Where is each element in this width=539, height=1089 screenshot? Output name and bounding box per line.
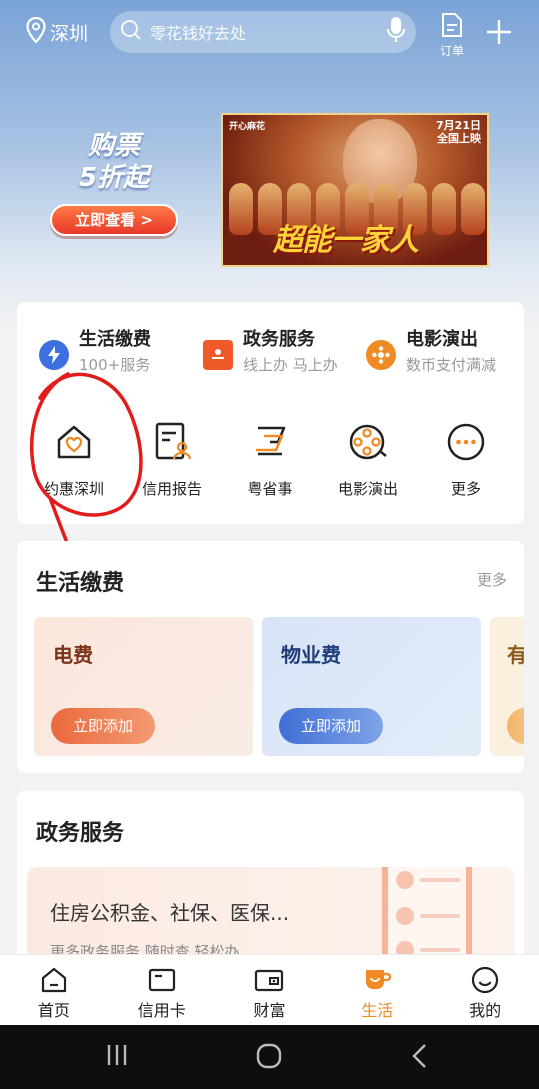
bill-item-electricity[interactable]: 电费 立即添加 <box>34 617 253 756</box>
search-bar[interactable]: 零花钱好去处 <box>110 11 416 53</box>
film-reel-icon <box>366 340 396 370</box>
order-button[interactable]: 订单 <box>436 12 468 59</box>
top-service-title: 政务服务 <box>243 329 315 350</box>
promo-headline-line2: 5折起 <box>78 163 150 193</box>
order-label: 订单 <box>439 44 464 58</box>
top-service-title: 电影演出 <box>406 329 478 350</box>
grid-item-more[interactable]: 更多 <box>418 420 514 499</box>
order-doc-icon <box>440 13 464 41</box>
promo-headline: 购票 5折起 <box>44 130 184 194</box>
nav-label: 首页 <box>37 1001 70 1020</box>
location-selector[interactable]: 深圳 <box>26 16 89 48</box>
credit-card-icon <box>108 965 216 995</box>
poster-date: 7月21日 全国上映 <box>436 119 481 145</box>
grid-item-label: 粤省事 <box>247 480 293 498</box>
grid-item-label: 信用报告 <box>141 480 202 498</box>
view-now-button[interactable]: 立即查看 > <box>50 204 178 236</box>
phone-illustration <box>382 867 472 961</box>
nav-mine[interactable]: 我的 <box>431 955 539 1025</box>
add-now-button[interactable]: 立即添加 <box>279 708 383 744</box>
location-pin-icon <box>26 16 50 48</box>
nav-label: 信用卡 <box>137 1001 186 1020</box>
grid-item-movie[interactable]: 电影演出 <box>320 420 416 499</box>
bill-item-partial[interactable]: 有 <box>490 617 524 756</box>
poster-brand: 开心麻花 <box>229 122 266 132</box>
gov-banner[interactable]: 住房公积金、社保、医保... 更多政务服务 随时查 轻松办 <box>27 867 515 961</box>
life-cup-icon <box>323 965 431 995</box>
bill-title: 物业费 <box>281 643 341 667</box>
recent-apps-icon[interactable] <box>105 1043 129 1071</box>
plus-icon[interactable] <box>485 18 513 50</box>
bills-card: 生活缴费 更多 电费 立即添加 物业费 立即添加 有 <box>17 541 524 773</box>
nav-label: 财富 <box>253 1001 286 1020</box>
poster-movie-title: 超能一家人 <box>273 223 419 258</box>
services-card: 生活缴费 100+服务 政务服务 线上办 马上办 电影演出 数币支付满减 约惠深… <box>17 302 524 524</box>
back-icon[interactable] <box>410 1043 430 1073</box>
promo-headline-line1: 购票 <box>87 131 140 161</box>
grid-item-yuehui[interactable]: 约惠深圳 <box>26 420 122 499</box>
grid-item-yueshengshi[interactable]: 粤省事 <box>222 420 318 499</box>
nav-wealth[interactable]: 财富 <box>216 955 324 1025</box>
grid-item-label: 约惠深圳 <box>43 480 104 498</box>
grid-item-credit-report[interactable]: 信用报告 <box>124 420 220 499</box>
gov-banner-title: 住房公积金、社保、医保... <box>50 901 290 925</box>
home-button-icon[interactable] <box>256 1043 282 1073</box>
bottom-nav: 首页 信用卡 财富 生活 我的 <box>0 954 539 1025</box>
section-title: 政务服务 <box>36 821 125 846</box>
credit-report-icon <box>124 420 220 464</box>
top-service-gov[interactable]: 政务服务 线上办 马上办 <box>203 326 338 382</box>
section-title: 生活缴费 <box>36 571 125 596</box>
top-service-subtitle: 线上办 马上办 <box>243 356 338 374</box>
system-nav-bar <box>0 1025 539 1089</box>
top-service-movie[interactable]: 电影演出 数币支付满减 <box>366 326 496 382</box>
bill-title: 有 <box>507 643 524 667</box>
add-now-button[interactable]: 立即添加 <box>51 708 155 744</box>
add-now-button[interactable] <box>507 708 524 744</box>
yue-service-icon <box>222 420 318 464</box>
smile-face-icon <box>431 965 539 995</box>
house-heart-icon <box>26 420 122 464</box>
promo-block: 购票 5折起 立即查看 > <box>44 130 184 236</box>
bill-title: 电费 <box>53 643 93 667</box>
more-link[interactable]: 更多 <box>477 569 507 590</box>
top-service-subtitle: 100+服务 <box>79 356 151 374</box>
nav-credit-card[interactable]: 信用卡 <box>108 955 216 1025</box>
top-service-subtitle: 数币支付满减 <box>406 356 497 374</box>
nav-home[interactable]: 首页 <box>0 955 108 1025</box>
top-bar: 深圳 零花钱好去处 订单 <box>0 0 539 64</box>
gov-card: 政务服务 住房公积金、社保、医保... 更多政务服务 随时查 轻松办 <box>17 791 524 961</box>
bill-item-property[interactable]: 物业费 立即添加 <box>262 617 481 756</box>
poster-date-line1: 7月21日 <box>436 119 481 132</box>
poster-date-line2: 全国上映 <box>437 132 481 145</box>
grid-item-label: 更多 <box>450 480 481 498</box>
grid-item-label: 电影演出 <box>337 480 398 498</box>
search-placeholder: 零花钱好去处 <box>150 24 247 43</box>
home-icon <box>0 965 108 995</box>
nav-label: 我的 <box>469 1001 502 1020</box>
wallet-icon <box>216 965 324 995</box>
microphone-icon[interactable] <box>386 16 406 48</box>
top-service-bills[interactable]: 生活缴费 100+服务 <box>39 326 151 382</box>
gov-doc-icon <box>203 340 233 370</box>
location-label: 深圳 <box>50 22 89 45</box>
lightning-icon <box>39 340 69 370</box>
more-dots-icon <box>418 420 514 464</box>
search-icon <box>120 19 142 45</box>
movie-poster-banner[interactable]: 开心麻花 7月21日 全国上映 超能一家人 <box>221 113 489 267</box>
film-reel-icon <box>320 420 416 464</box>
top-service-title: 生活缴费 <box>79 329 151 350</box>
nav-life[interactable]: 生活 <box>323 955 431 1025</box>
nav-label: 生活 <box>361 1001 394 1020</box>
